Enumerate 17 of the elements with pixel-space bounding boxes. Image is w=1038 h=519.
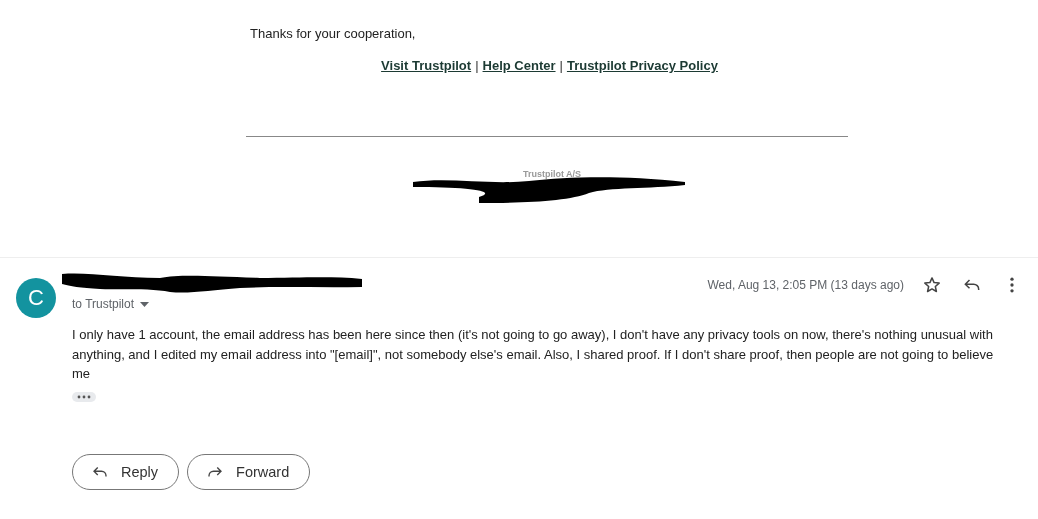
- footer-link[interactable]: Visit Trustpilot: [381, 58, 472, 73]
- show-trimmed-button[interactable]: [72, 391, 96, 402]
- sender-avatar: C: [16, 278, 56, 318]
- footer-link[interactable]: Trustpilot Privacy Policy: [566, 58, 718, 73]
- message-date: Wed, Aug 13, 2:05 PM (13 days ago): [707, 278, 904, 292]
- company-name: Trustpilot A/S: [522, 169, 582, 179]
- recipient-text: to Trustpilot: [72, 297, 135, 311]
- closing-text: Thanks for your cooperation,: [250, 26, 417, 41]
- caret-icon[interactable]: [140, 301, 150, 307]
- forward-button[interactable]: Forward: [187, 453, 311, 490]
- ellipsis-icon: [77, 394, 91, 399]
- reply-button[interactable]: Reply: [72, 453, 180, 490]
- footer-link[interactable]: Help Center: [482, 58, 556, 73]
- star-icon[interactable]: [922, 275, 942, 295]
- message-body: I only have 1 account, the email address has been here since then (it's not going to go away), I don't have any privacy tools on now, there's nothing unusual with anything, and I edited my email address into "[email]", not somebody else's email. Also, I shared proof. If I don't share proof, then people are not going to believe me: [72, 326, 995, 383]
- link-separator: |: [559, 58, 563, 73]
- link-separator: |: [475, 58, 479, 73]
